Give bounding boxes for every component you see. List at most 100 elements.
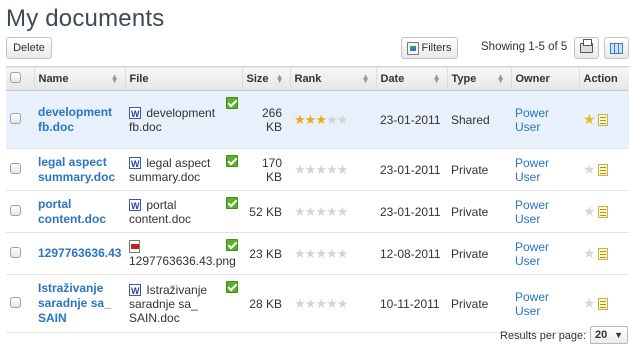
document-name-link[interactable]: development fb.doc	[38, 105, 121, 135]
column-header-type[interactable]: Type ▲ ▼	[447, 66, 512, 91]
document-name-link[interactable]: Istraživanje saradnje sa_ SAIN	[38, 281, 121, 326]
rank-star-icon[interactable]: ★	[326, 162, 338, 177]
file-cell: 1297763636.43.png	[125, 232, 242, 275]
rank-star-icon[interactable]: ★	[337, 296, 349, 311]
file-name[interactable]: legal aspect summary.doc	[129, 156, 210, 184]
rank-star-icon[interactable]: ★	[305, 296, 317, 311]
notes-icon[interactable]	[597, 205, 608, 218]
table-header-row: Name ▲ ▼ File Size ▲ ▼ Rank ▲ ▼ Date ▲ ▼ Type ▲ ▼ …	[6, 66, 629, 91]
notes-icon[interactable]	[597, 247, 608, 260]
row-select-cell[interactable]	[6, 232, 34, 275]
select-all-header[interactable]	[6, 66, 35, 91]
rank-star-icon[interactable]: ★	[315, 112, 327, 127]
rank-stars[interactable]: ★★★★★	[294, 246, 349, 261]
column-header-date[interactable]: Date ▲ ▼	[376, 66, 448, 91]
rank-stars[interactable]: ★★★★★	[294, 296, 349, 311]
document-name-link[interactable]: 1297763636.43	[38, 246, 121, 261]
select-all-checkbox[interactable]	[10, 71, 21, 83]
rank-star-icon[interactable]: ★	[326, 246, 338, 261]
rank-star-icon[interactable]: ★	[326, 296, 338, 311]
rank-star-icon[interactable]: ★	[294, 112, 306, 127]
column-header-file: File	[125, 66, 243, 91]
word-doc-icon	[129, 106, 141, 121]
notes-icon[interactable]	[597, 163, 608, 176]
owner-link[interactable]: Power User	[515, 156, 549, 184]
type-cell: Private	[447, 148, 511, 191]
toolbar: Delete Filters Showing 1-5 of 5	[0, 37, 629, 61]
column-header-name[interactable]: Name ▲ ▼	[34, 66, 126, 91]
rank-star-icon[interactable]: ★	[315, 246, 327, 261]
rank-star-icon[interactable]: ★	[337, 246, 349, 261]
row-checkbox[interactable]	[10, 296, 21, 308]
row-checkbox[interactable]	[10, 204, 21, 216]
results-per-page-select[interactable]: 20 ▼	[590, 326, 628, 344]
column-header-size[interactable]: Size ▲ ▼	[242, 66, 291, 91]
row-checkbox[interactable]	[10, 112, 21, 124]
favorite-star-icon[interactable]: ★	[583, 295, 596, 311]
rank-star-icon[interactable]: ★	[326, 112, 338, 127]
row-select-cell[interactable]	[6, 190, 34, 233]
owner-link[interactable]: Power User	[515, 290, 549, 318]
owner-link[interactable]: Power User	[515, 106, 549, 134]
row-checkbox[interactable]	[10, 246, 21, 258]
delete-button[interactable]: Delete	[6, 37, 52, 59]
rank-star-icon[interactable]: ★	[337, 204, 349, 219]
rank-stars[interactable]: ★★★★★	[294, 112, 349, 127]
rank-star-icon[interactable]: ★	[337, 162, 349, 177]
filters-button[interactable]: Filters	[401, 37, 458, 59]
rank-star-icon[interactable]: ★	[315, 296, 327, 311]
table-row[interactable]: 1297763636.43 1297763636.43.png 23 KB ★★…	[6, 232, 629, 275]
rank-star-icon[interactable]: ★	[315, 204, 327, 219]
word-doc-icon	[129, 283, 141, 298]
rank-star-icon[interactable]: ★	[305, 162, 317, 177]
rank-star-icon[interactable]: ★	[294, 162, 306, 177]
file-name[interactable]: development fb.doc	[129, 106, 215, 134]
table-row[interactable]: Istraživanje saradnje sa_ SAIN Istraživa…	[6, 274, 629, 333]
owner-link[interactable]: Power User	[515, 198, 549, 226]
rank-cell: ★★★★★	[290, 274, 376, 333]
rank-cell: ★★★★★	[290, 148, 376, 191]
owner-link[interactable]: Power User	[515, 240, 549, 268]
table-row[interactable]: legal aspect summary.doc legal aspect su…	[6, 148, 629, 191]
favorite-star-icon[interactable]: ★	[583, 161, 596, 177]
rank-star-icon[interactable]: ★	[294, 204, 306, 219]
row-select-cell[interactable]	[6, 148, 34, 191]
columns-button[interactable]	[604, 37, 629, 59]
column-header-rank[interactable]: Rank ▲ ▼	[290, 66, 377, 91]
rank-star-icon[interactable]: ★	[315, 162, 327, 177]
document-name-link[interactable]: portal content.doc	[38, 197, 121, 227]
chevron-down-icon: ▼	[614, 330, 623, 340]
rank-star-icon[interactable]: ★	[326, 204, 338, 219]
columns-icon	[610, 42, 623, 54]
table-row[interactable]: portal content.doc portal content.doc 52…	[6, 190, 629, 233]
rank-stars[interactable]: ★★★★★	[294, 204, 349, 219]
rank-star-icon[interactable]: ★	[294, 296, 306, 311]
table-row[interactable]: development fb.doc development fb.doc 26…	[6, 90, 629, 149]
date-cell: 23-01-2011	[376, 148, 447, 191]
name-cell: Istraživanje saradnje sa_ SAIN	[34, 274, 125, 333]
rank-star-icon[interactable]: ★	[305, 246, 317, 261]
document-name-link[interactable]: legal aspect summary.doc	[38, 155, 121, 185]
notes-icon[interactable]	[597, 113, 608, 126]
rank-star-icon[interactable]: ★	[305, 112, 317, 127]
rank-star-icon[interactable]: ★	[294, 246, 306, 261]
name-cell: legal aspect summary.doc	[34, 148, 125, 191]
row-select-cell[interactable]	[6, 274, 34, 333]
print-button[interactable]	[574, 37, 599, 59]
file-name[interactable]: 1297763636.43.png	[129, 254, 236, 268]
owner-cell: Power User	[511, 274, 579, 333]
row-select-cell[interactable]	[6, 90, 34, 149]
row-checkbox[interactable]	[10, 162, 21, 174]
favorite-star-icon[interactable]: ★	[583, 245, 596, 261]
rank-star-icon[interactable]: ★	[305, 204, 317, 219]
column-header-action: Action	[579, 66, 629, 91]
size-cell: 170 KB	[242, 148, 290, 191]
rank-star-icon[interactable]: ★	[337, 112, 349, 127]
notes-icon[interactable]	[597, 297, 608, 310]
favorite-star-icon[interactable]: ★	[583, 111, 596, 127]
rank-stars[interactable]: ★★★★★	[294, 162, 349, 177]
type-cell: Private	[447, 274, 511, 333]
favorite-star-icon[interactable]: ★	[583, 203, 596, 219]
column-header-owner: Owner	[511, 66, 580, 91]
owner-cell: Power User	[511, 232, 579, 275]
